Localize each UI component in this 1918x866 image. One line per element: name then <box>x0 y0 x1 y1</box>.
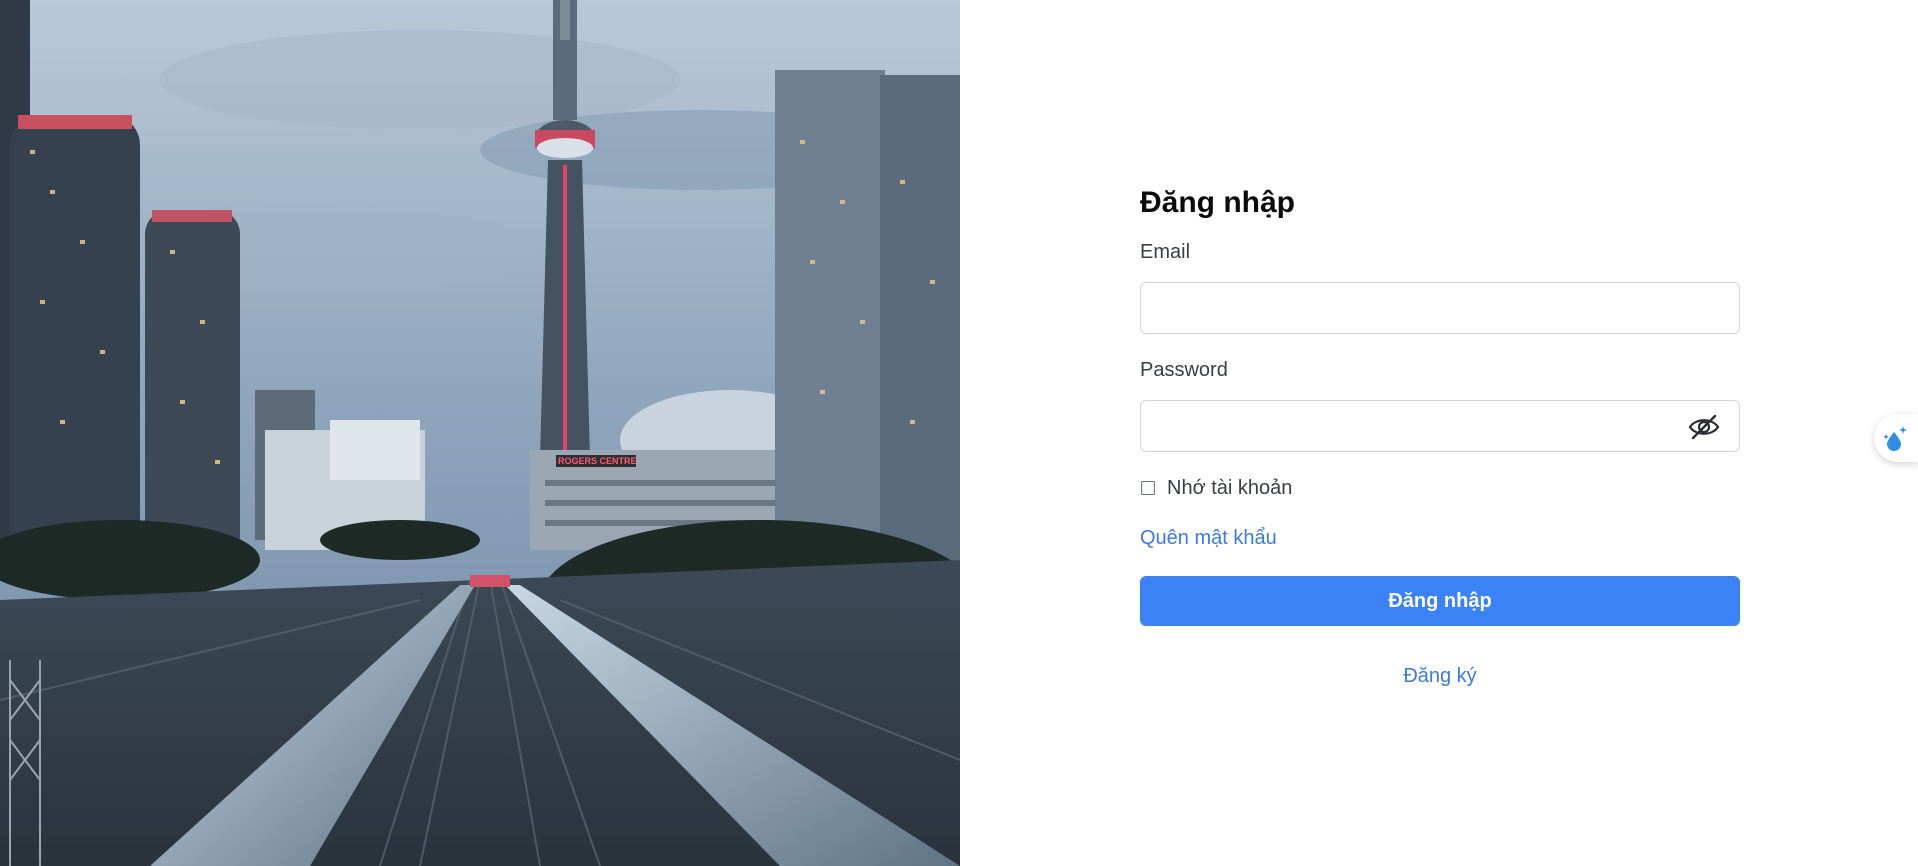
city-skyline-illustration: ROGERS CENTRE <box>0 0 960 866</box>
email-field-wrapper <box>1140 282 1740 334</box>
email-label: Email <box>1140 241 1191 263</box>
email-input[interactable] <box>1141 283 1739 333</box>
floating-widget-button[interactable] <box>1874 414 1918 462</box>
login-panel: Đăng nhập Email Password Nhớ tài khoản Q… <box>960 0 1918 866</box>
login-form: Đăng nhập Email Password Nhớ tài khoản Q… <box>1140 180 1740 690</box>
remember-label: Nhớ tài khoản <box>1167 476 1293 499</box>
register-link[interactable]: Đăng ký <box>1140 662 1740 690</box>
remember-me[interactable]: Nhớ tài khoản <box>1140 474 1740 502</box>
login-title: Đăng nhập <box>1140 186 1295 219</box>
hero-image: ROGERS CENTRE <box>0 0 960 866</box>
login-button[interactable]: Đăng nhập <box>1140 576 1740 626</box>
water-drop-sparkle-icon <box>1883 426 1907 451</box>
password-label: Password <box>1140 359 1228 381</box>
password-input[interactable] <box>1141 401 1739 451</box>
stadium-sign: ROGERS CENTRE <box>558 456 637 466</box>
eye-slash-icon[interactable] <box>1687 413 1721 441</box>
forgot-password-link[interactable]: Quên mật khẩu <box>1140 524 1740 552</box>
remember-checkbox[interactable] <box>1141 481 1155 495</box>
password-field-wrapper <box>1140 400 1740 452</box>
